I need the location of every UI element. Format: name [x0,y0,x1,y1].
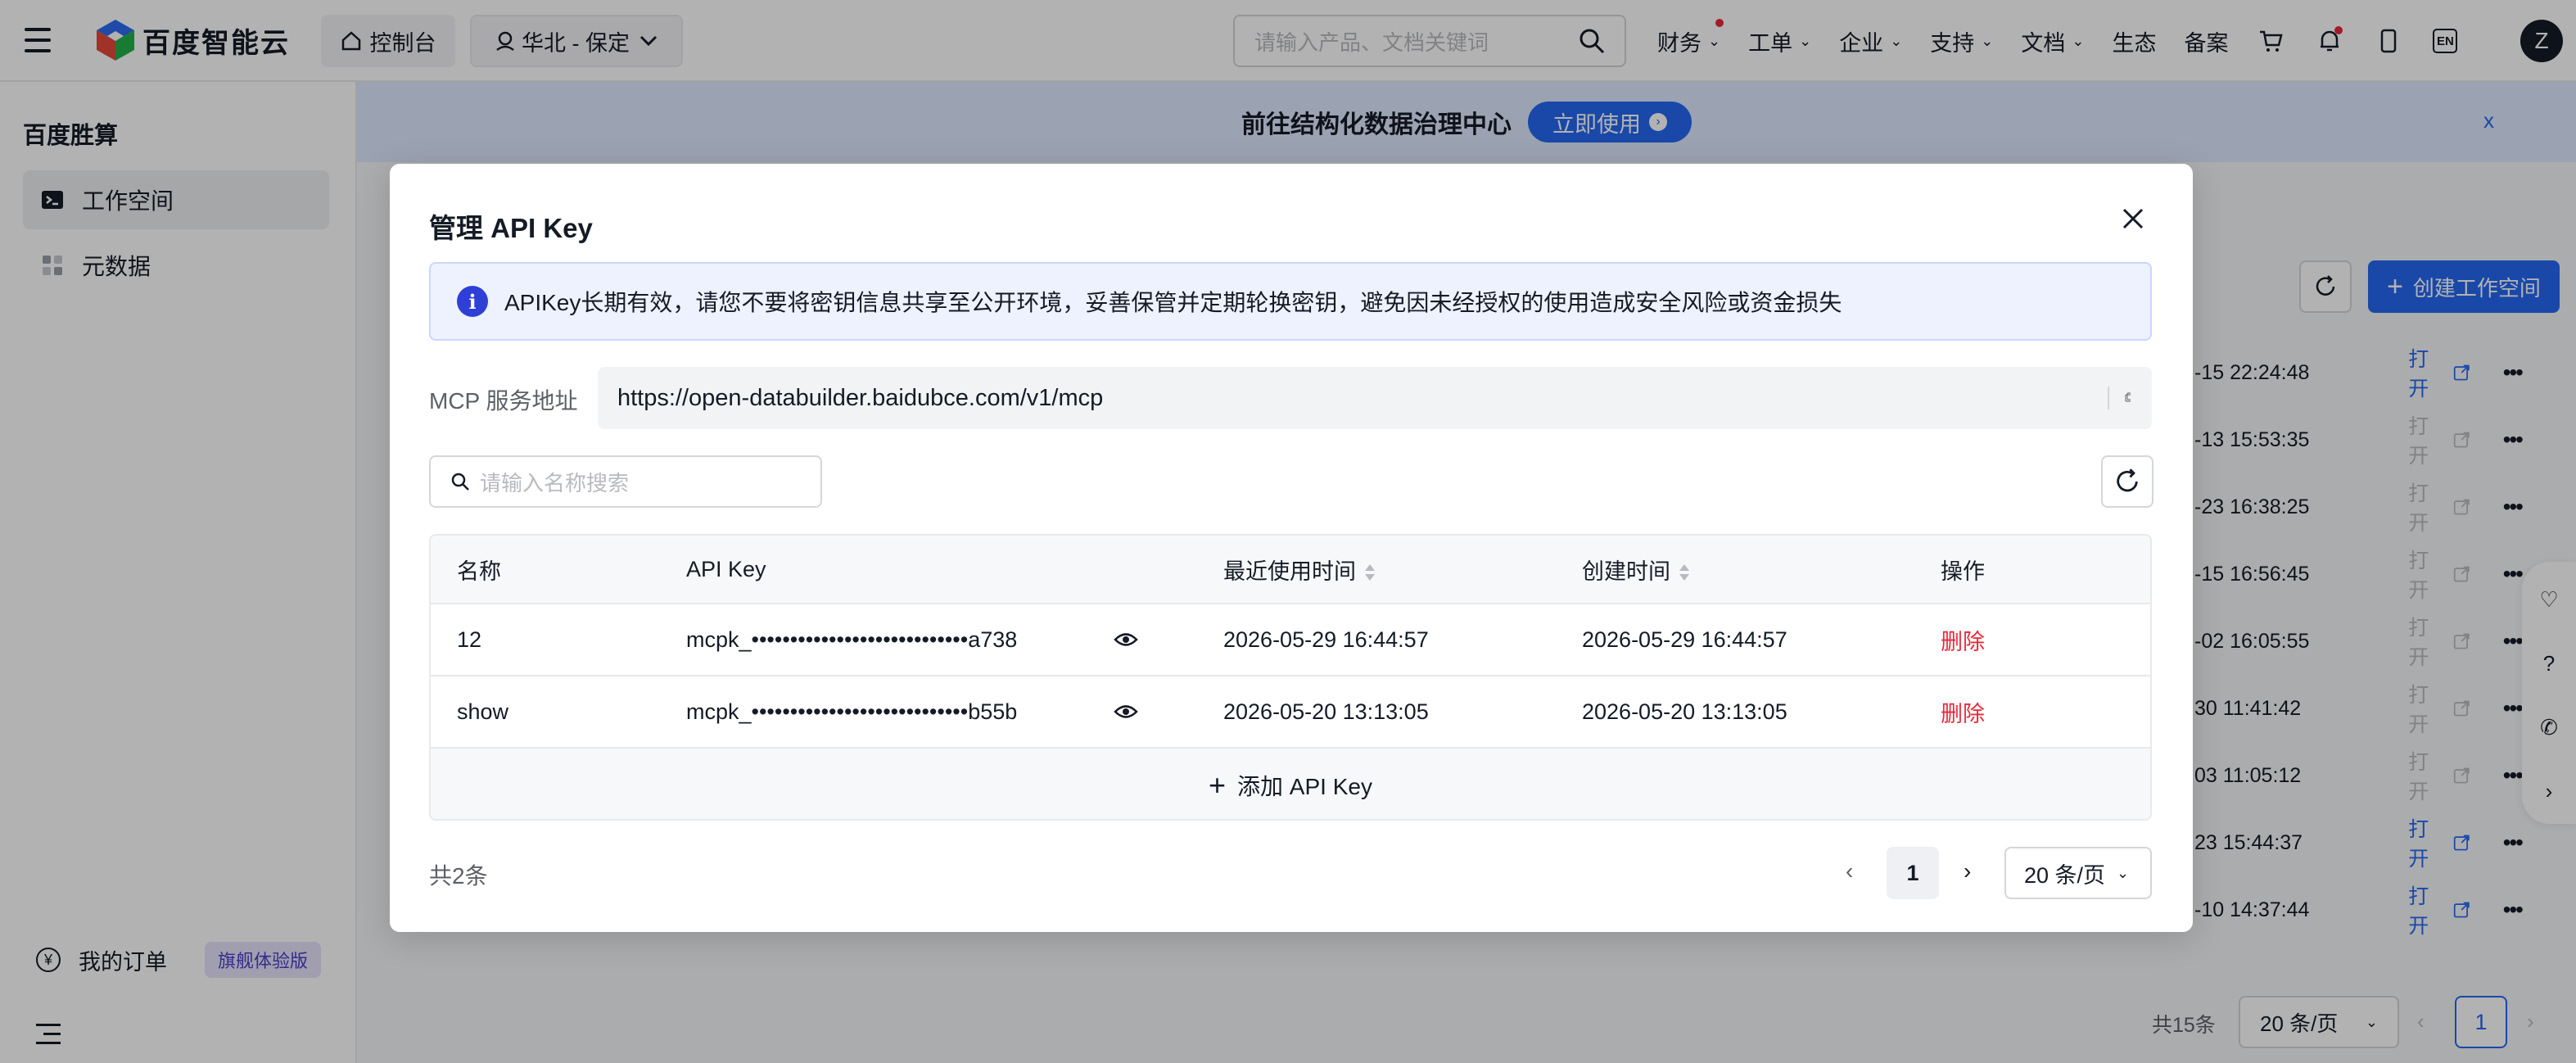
column-header-last-used[interactable]: 最近使用时间 [1223,554,1376,586]
eye-icon[interactable] [1114,629,1138,650]
api-key-table: 名称 API Key 最近使用时间 创建时间 操作 12 mcpk_••••••… [429,534,2152,821]
column-header-key: API Key [686,556,766,581]
row-last-used: 2026-05-29 16:44:57 [1223,626,1429,652]
chevron-down-icon: ⌄ [2117,864,2130,881]
security-alert: i APIKey长期有效，请您不要将密钥信息共享至公开环境，妥善保管并定期轮换密… [429,262,2152,341]
row-api-key: mcpk_••••••••••••••••••••••••••••b55b [686,699,1018,724]
alert-text: APIKey长期有效，请您不要将密钥信息共享至公开环境，妥善保管并定期轮换密钥，… [504,290,1842,315]
mcp-address-value: https://open-databuilder.baidubce.com/v1… [617,384,1104,411]
add-api-key-button[interactable]: + 添加 API Key [431,749,2150,819]
name-search-placeholder: 请输入名称搜索 [480,470,630,495]
page-number[interactable]: 1 [1887,847,1939,899]
page-size-label: 20 条/页 [2024,862,2106,888]
row-name: 12 [457,626,482,652]
table-header: 名称 API Key 最近使用时间 创建时间 操作 [431,536,2150,604]
delete-button[interactable]: 删除 [1941,696,1985,728]
page-size-select[interactable]: 20 条/页 ⌄ [2004,847,2152,899]
refresh-icon [2117,468,2138,492]
table-row: 12 mcpk_••••••••••••••••••••••••••••a738… [431,604,2150,676]
column-header-created[interactable]: 创建时间 [1582,554,1690,586]
sort-icon [1679,564,1689,581]
info-icon: i [457,286,488,317]
row-api-key: mcpk_••••••••••••••••••••••••••••a738 [686,626,1018,652]
mcp-address-field: https://open-databuilder.baidubce.com/v1… [598,367,2152,429]
dialog-title: 管理 API Key [429,213,593,243]
add-api-key-label: 添加 API Key [1237,774,1372,799]
manage-api-key-dialog: 管理 API Key i APIKey长期有效，请您不要将密钥信息共享至公开环境… [390,164,2193,932]
column-header-last-used-label: 最近使用时间 [1223,559,1356,584]
row-created: 2026-05-20 13:13:05 [1582,699,1787,724]
sort-icon [1365,564,1375,581]
prev-page-icon[interactable]: ‹ [1846,858,1853,884]
delete-button[interactable]: 删除 [1941,624,1985,656]
column-header-created-label: 创建时间 [1582,559,1670,584]
plus-icon: + [1209,768,1227,802]
mcp-address-label: MCP 服务地址 [429,388,578,414]
row-name: show [457,699,509,724]
table-row: show mcpk_••••••••••••••••••••••••••••b5… [431,676,2150,749]
total-count: 共2条 [429,863,488,889]
column-header-action: 操作 [1941,559,1985,584]
next-page-icon[interactable]: › [1964,858,1971,884]
eye-icon[interactable] [1114,701,1138,722]
refresh-button[interactable] [2101,455,2153,508]
copy-icon[interactable] [2108,387,2131,409]
close-icon[interactable] [2119,205,2147,233]
row-last-used: 2026-05-20 13:13:05 [1223,699,1429,724]
row-created: 2026-05-29 16:44:57 [1582,626,1787,652]
column-header-name: 名称 [457,559,501,584]
name-search-input[interactable]: 请输入名称搜索 [429,455,822,508]
search-icon [451,473,469,491]
